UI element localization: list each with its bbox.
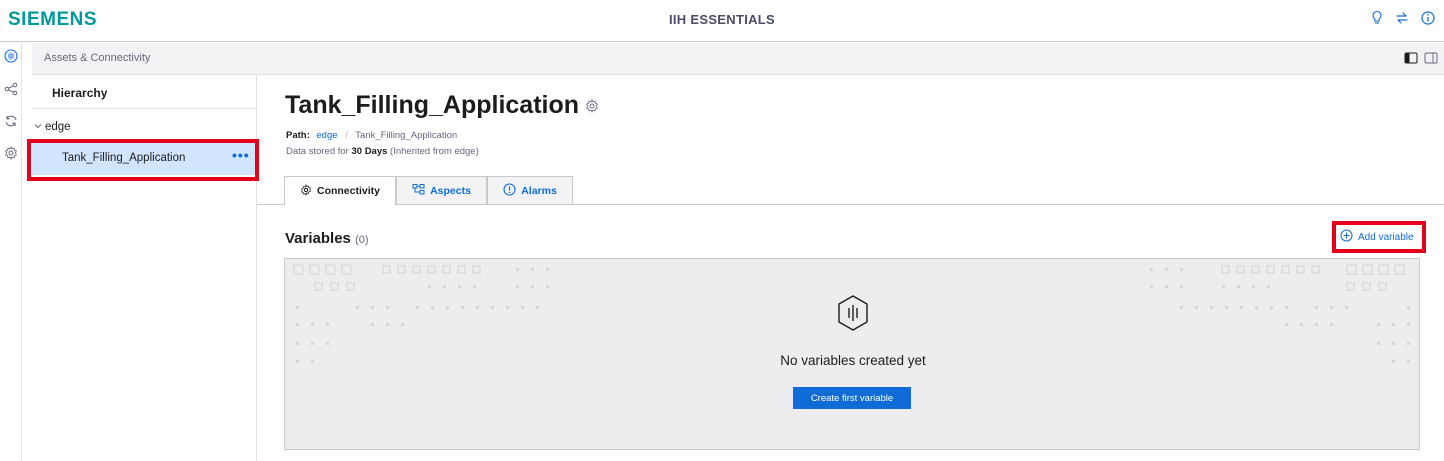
app-title: IIH ESSENTIALS	[668, 12, 776, 27]
hierarchy-title: Hierarchy	[52, 86, 108, 100]
path-label: Path:	[286, 130, 310, 141]
tree-item-edge[interactable]: edge	[34, 121, 71, 133]
empty-state-message: No variables created yet	[780, 353, 926, 368]
hierarchy-panel: Hierarchy edge Tank_Filling_Application …	[32, 75, 257, 461]
left-panel-toggle-icon[interactable]	[1404, 51, 1418, 70]
share-icon[interactable]	[2, 80, 20, 98]
add-variable-label: Add variable	[1358, 231, 1414, 243]
assets-icon[interactable]	[2, 47, 20, 65]
variables-title: Variables	[285, 230, 351, 247]
tree-item-label: edge	[45, 121, 71, 133]
chevron-down-icon[interactable]	[34, 121, 42, 133]
tab-label: Connectivity	[316, 185, 380, 197]
page-title-text: Tank_Filling_Application	[285, 91, 580, 119]
retention-value: 30 Days	[351, 146, 388, 157]
sync-icon[interactable]	[2, 112, 20, 130]
variables-heading: Variables (0)	[285, 230, 369, 247]
tab-alarms[interactable]: Alarms	[487, 176, 573, 205]
top-bar: SIEMENS IIH ESSENTIALS	[0, 0, 1444, 42]
settings-icon[interactable]	[2, 144, 20, 162]
empty-state-panel: No variables created yet Create first va…	[284, 258, 1420, 450]
hierarchy-divider	[32, 108, 257, 109]
breadcrumb: Assets & Connectivity	[32, 43, 1444, 75]
path-link-edge[interactable]: edge	[316, 130, 337, 141]
create-first-variable-button[interactable]: Create first variable	[793, 387, 911, 409]
tree-item-selected[interactable]: Tank_Filling_Application •••	[32, 143, 257, 175]
tab-label: Aspects	[430, 184, 471, 197]
more-options-icon[interactable]: •••	[232, 147, 250, 163]
top-icons	[1370, 10, 1436, 26]
path-breadcrumb: Path: edge / Tank_Filling_Application	[286, 130, 457, 141]
tab-label: Alarms	[521, 184, 557, 197]
switch-icon[interactable]	[1394, 10, 1410, 26]
left-rail	[0, 43, 22, 461]
add-variable-button[interactable]: Add variable	[1340, 229, 1414, 245]
retention-prefix: Data stored for	[286, 146, 349, 157]
gear-icon[interactable]	[585, 91, 599, 120]
lightbulb-icon[interactable]	[1370, 10, 1384, 26]
path-separator: /	[345, 130, 348, 141]
breadcrumb-label: Assets & Connectivity	[44, 52, 151, 64]
retention-info: Data stored for 30 Days (Inherited from …	[286, 146, 479, 157]
variables-empty-icon	[836, 294, 870, 337]
variables-count: (0)	[355, 234, 369, 246]
layout-toggles	[1404, 51, 1438, 70]
connectivity-icon	[300, 183, 312, 199]
path-current: Tank_Filling_Application	[355, 130, 458, 141]
page-title: Tank_Filling_Application	[285, 91, 599, 120]
info-icon[interactable]	[1420, 10, 1436, 26]
aspects-icon	[412, 183, 425, 198]
right-panel-toggle-icon[interactable]	[1424, 51, 1438, 70]
retention-suffix: (Inherited from edge)	[390, 146, 479, 157]
tree-item-label: Tank_Filling_Application	[62, 152, 186, 164]
tab-aspects[interactable]: Aspects	[396, 176, 487, 205]
tab-connectivity[interactable]: Connectivity	[284, 176, 396, 206]
plus-circle-icon	[1340, 229, 1353, 245]
alarm-icon	[503, 182, 516, 199]
